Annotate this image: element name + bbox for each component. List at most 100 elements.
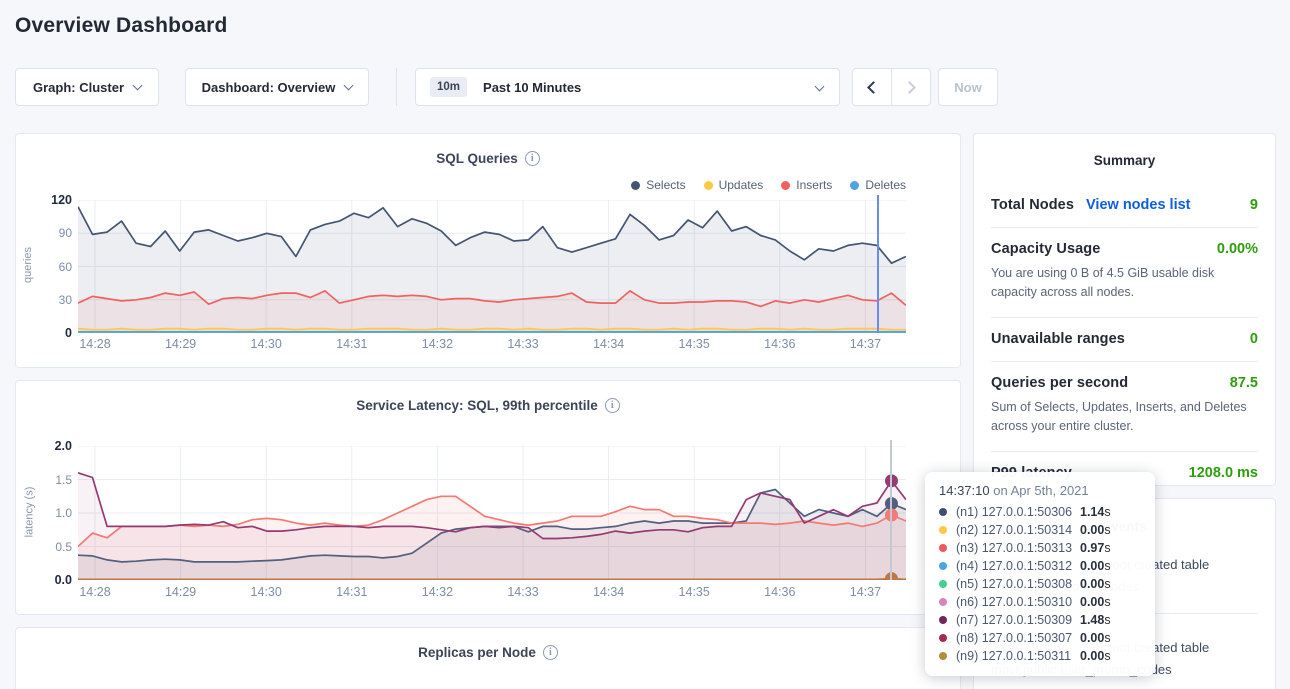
node-latency-unit: s (1104, 505, 1110, 519)
node-latency-value: 0.00 (1080, 595, 1104, 609)
tooltip-node-row: (n9) 127.0.0.1:503110.00 s (939, 647, 1141, 665)
node-latency-value: 0.00 (1080, 649, 1104, 663)
y-tick-label: 0.5 (38, 540, 72, 554)
summary-row: Capacity Usage0.00% (991, 241, 1258, 257)
page-title: Overview Dashboard (15, 14, 228, 38)
y-tick-label: 1.0 (38, 506, 72, 520)
legend-label: Inserts (796, 178, 832, 192)
node-latency-value: 1.14 (1080, 505, 1104, 519)
summary-label: Unavailable ranges (991, 331, 1125, 347)
summary-panel: Summary Total NodesView nodes list9Capac… (973, 133, 1276, 486)
node-latency-unit: s (1104, 613, 1110, 627)
node-latency-unit: s (1104, 577, 1110, 591)
time-range-badge: 10m (430, 77, 467, 97)
summary-title: Summary (974, 153, 1275, 168)
node-address: (n2) 127.0.0.1:50314 (956, 523, 1080, 537)
summary-item-2: Unavailable ranges 0 (991, 317, 1258, 361)
node-latency-unit: s (1104, 523, 1110, 537)
y-tick-label: 60 (38, 260, 72, 274)
tooltip-node-row: (n7) 127.0.0.1:503091.48 s (939, 611, 1141, 629)
dashboard-dropdown[interactable]: Dashboard: Overview (185, 68, 369, 106)
y-tick-label: 2.0 (38, 439, 72, 453)
chart-canvas (78, 446, 906, 580)
latency-plot[interactable] (78, 446, 906, 580)
sql-queries-plot[interactable] (78, 200, 906, 333)
legend-item-updates[interactable]: Updates (704, 178, 764, 192)
latency-title-text: Service Latency: SQL, 99th percentile (356, 398, 598, 413)
summary-label: Queries per second (991, 375, 1128, 391)
node-address: (n4) 127.0.0.1:50312 (956, 559, 1080, 573)
legend-item-deletes[interactable]: Deletes (850, 178, 906, 192)
summary-row: Total NodesView nodes list9 (991, 197, 1258, 213)
node-color-dot (939, 652, 947, 660)
chevron-down-icon (133, 80, 143, 90)
summary-item-1: Capacity Usage0.00% You are using 0 B of … (991, 227, 1258, 317)
node-latency-unit: s (1104, 631, 1110, 645)
summary-list: Total NodesView nodes list9Capacity Usag… (991, 184, 1258, 495)
node-latency-value: 0.00 (1080, 631, 1104, 645)
info-icon[interactable]: i (525, 151, 540, 166)
x-tick-label: 14:36 (750, 337, 810, 351)
overview-dashboard-page: Overview Dashboard Graph: Cluster Dashbo… (0, 0, 1290, 689)
time-back-button[interactable] (852, 68, 892, 106)
legend-item-inserts[interactable]: Inserts (781, 178, 832, 192)
summary-row: Queries per second 87.5 (991, 375, 1258, 391)
x-tick-label: 14:35 (664, 585, 724, 599)
summary-value: 87.5 (1230, 375, 1258, 391)
node-address: (n3) 127.0.0.1:50313 (956, 541, 1080, 555)
summary-description: You are using 0 B of 4.5 GiB usable disk… (991, 264, 1258, 303)
legend-label: Deletes (865, 178, 906, 192)
legend-item-selects[interactable]: Selects (631, 178, 685, 192)
node-color-dot (939, 544, 947, 552)
legend-dot (850, 181, 859, 190)
node-latency-unit: s (1104, 559, 1110, 573)
node-color-dot (939, 634, 947, 642)
x-tick-label: 14:36 (750, 585, 810, 599)
x-tick-label: 14:37 (835, 337, 895, 351)
latency-y-axis-label: latency (s) (23, 487, 35, 538)
x-tick-label: 14:37 (835, 585, 895, 599)
y-tick-label: 120 (38, 193, 72, 207)
latency-hover-line (890, 440, 892, 580)
node-address: (n9) 127.0.0.1:50311 (956, 649, 1080, 663)
node-latency-value: 0.00 (1080, 559, 1104, 573)
info-icon[interactable]: i (543, 645, 558, 660)
summary-item-3: Queries per second 87.5 Sum of Selects, Up… (991, 361, 1258, 451)
chevron-down-icon (815, 82, 825, 92)
x-tick-label: 14:28 (65, 585, 125, 599)
tooltip-timestamp: 14:37:10 on Apr 5th, 2021 (939, 483, 1141, 498)
tooltip-node-row: (n4) 127.0.0.1:503120.00 s (939, 557, 1141, 575)
toolbar-divider (396, 68, 397, 106)
view-nodes-list-link[interactable]: View nodes list (1086, 197, 1191, 213)
node-address: (n6) 127.0.0.1:50310 (956, 595, 1080, 609)
tooltip-time: 14:37:10 (939, 483, 990, 498)
node-latency-unit: s (1104, 541, 1110, 555)
x-tick-label: 14:34 (579, 337, 639, 351)
time-range-dropdown[interactable]: 10m Past 10 Minutes (415, 68, 840, 106)
info-icon[interactable]: i (605, 398, 620, 413)
summary-label: Total Nodes (991, 197, 1074, 213)
node-address: (n1) 127.0.0.1:50306 (956, 505, 1080, 519)
summary-value: 0 (1250, 331, 1258, 347)
time-forward-button[interactable] (891, 68, 931, 106)
sql-hover-line (877, 195, 879, 333)
node-latency-unit: s (1104, 595, 1110, 609)
x-tick-label: 14:30 (236, 585, 296, 599)
summary-value: 0.00% (1217, 241, 1258, 257)
summary-description: Sum of Selects, Updates, Inserts, and De… (991, 398, 1258, 437)
graph-scope-label: Graph: Cluster (33, 80, 124, 95)
node-latency-value: 0.00 (1080, 577, 1104, 591)
x-tick-label: 14:31 (322, 585, 382, 599)
legend-label: Updates (719, 178, 764, 192)
y-tick-label: 30 (38, 293, 72, 307)
y-tick-label: 90 (38, 226, 72, 240)
tooltip-node-row: (n6) 127.0.0.1:503100.00 s (939, 593, 1141, 611)
graph-scope-dropdown[interactable]: Graph: Cluster (15, 68, 159, 106)
tooltip-node-row: (n2) 127.0.0.1:503140.00 s (939, 521, 1141, 539)
y-tick-label: 1.5 (38, 473, 72, 487)
node-color-dot (939, 598, 947, 606)
time-range-label: Past 10 Minutes (483, 80, 581, 95)
dashboard-label: Dashboard: Overview (202, 80, 336, 95)
now-button[interactable]: Now (938, 68, 998, 106)
node-color-dot (939, 562, 947, 570)
